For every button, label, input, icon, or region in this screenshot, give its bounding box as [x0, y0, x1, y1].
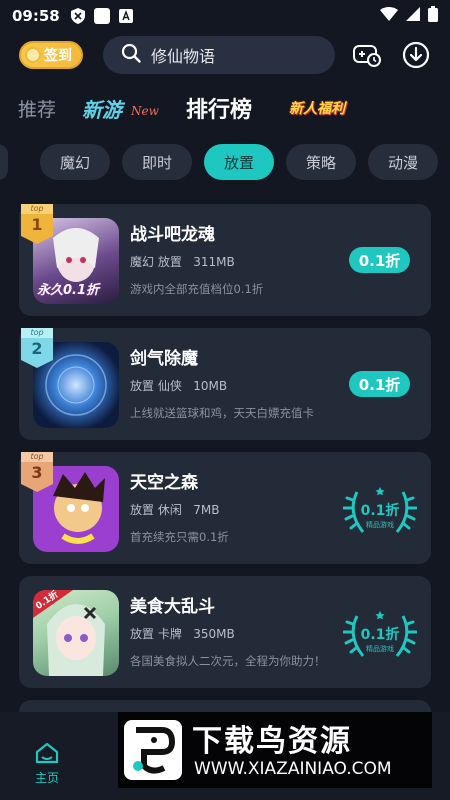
discount-label: 0.1折 — [358, 375, 401, 394]
tab-newbie-welfare[interactable]: 新人福利 — [289, 88, 345, 128]
game-card[interactable]: 0.1折 美食大乱斗 放置 卡牌 350MB 各国美食拟人二次元，全程为你助力！… — [19, 576, 431, 688]
rank-badge-top: top — [30, 328, 44, 337]
battery-icon — [428, 6, 438, 26]
rank-number: 2 — [31, 339, 43, 358]
game-name: 天空之森 — [130, 473, 198, 493]
game-size: 350MB — [193, 627, 235, 641]
genre-chips: 魔幻 即时 放置 策略 动漫 — [0, 144, 450, 180]
watermark-logo — [124, 720, 182, 780]
signal-icon — [406, 7, 420, 25]
tab-new-games-label: 新游 — [82, 97, 122, 122]
search-query: 修仙物语 — [151, 47, 216, 66]
thumbnail-caption: 永久0.1折 — [37, 283, 100, 298]
watermark-title: 下载鸟资源 — [192, 724, 352, 759]
rank-badge: top 3 — [19, 452, 55, 494]
game-genres: 放置 休闲 — [130, 503, 182, 517]
rank-badge: top 2 — [19, 328, 55, 370]
download-icon[interactable] — [401, 40, 431, 70]
game-description: 各国美食拟人二次元，全程为你助力！ — [130, 654, 326, 668]
game-card[interactable]: top 3 天空之森 放置 休闲 7MB 首充续充只需0.1折 0.1折 精品游… — [19, 452, 431, 564]
game-size: 7MB — [193, 503, 220, 517]
game-genres: 魔幻 放置 — [130, 255, 182, 269]
game-card[interactable]: top 2 剑气除魔 放置 仙侠 10MB 上线就送篮球和鸡，天天白嫖充值卡 0… — [19, 328, 431, 440]
game-name: 剑气除魔 — [130, 349, 198, 369]
category-tabs: 推荐 新游 New 排行榜 新人福利 — [0, 88, 450, 128]
tab-recommend[interactable]: 推荐 — [18, 88, 56, 128]
discount-badge[interactable]: 0.1折 — [349, 371, 410, 397]
game-size: 311MB — [193, 255, 235, 269]
discount-badge[interactable]: 0.1折 — [349, 247, 410, 273]
notification-icon — [93, 8, 110, 24]
rank-badge: top 1 — [19, 204, 55, 246]
nav-home-label: 主页 — [34, 771, 59, 785]
game-name: 美食大乱斗 — [130, 597, 215, 617]
rank-number: 1 — [31, 215, 43, 234]
tab-recommend-label: 推荐 — [18, 98, 57, 121]
rank-badge-top: top — [30, 452, 44, 461]
home-icon — [35, 742, 59, 764]
chip-fantasy-label: 魔幻 — [59, 153, 90, 172]
game-description: 游戏内全部充值档位0.1折 — [130, 282, 264, 296]
game-tags: 放置 卡牌 350MB — [130, 625, 235, 642]
tab-new-games[interactable]: 新游 New — [82, 88, 159, 128]
search-bar[interactable]: 修仙物语 — [103, 36, 335, 74]
tab-ranking[interactable]: 排行榜 — [186, 88, 252, 128]
chip-idle-label: 放置 — [223, 153, 254, 172]
tab-ranking-label: 排行榜 — [186, 98, 253, 123]
laurel-sub-label: 精品游戏 — [366, 521, 394, 529]
laurel-discount-label: 0.1折 — [360, 627, 400, 643]
watermark: 下载鸟资源 WWW.XIAZAINIAO.COM — [118, 712, 432, 788]
rank-number: 3 — [31, 463, 43, 482]
chip-anime[interactable]: 动漫 — [368, 144, 438, 180]
laurel-discount-badge[interactable]: 0.1折 精品游戏 — [342, 484, 418, 540]
top-header: 签到 修仙物语 — [0, 36, 450, 76]
game-size: 10MB — [193, 379, 228, 393]
chip-realtime-label: 即时 — [141, 153, 172, 172]
nav-home[interactable]: 主页 — [27, 742, 67, 786]
checkin-label: 签到 — [44, 48, 72, 64]
corner-discount-ribbon: 0.1折 — [33, 590, 73, 618]
discount-label: 0.1折 — [358, 251, 401, 270]
chip-strategy-label: 策略 — [305, 153, 336, 172]
game-history-icon[interactable] — [352, 40, 382, 70]
game-tags: 魔幻 放置 311MB — [130, 253, 235, 270]
wifi-icon — [380, 7, 398, 25]
game-genres: 放置 仙侠 — [130, 379, 182, 393]
chip-anime-label: 动漫 — [387, 153, 418, 172]
tab-newbie-welfare-label: 新人福利 — [289, 101, 345, 117]
laurel-discount-label: 0.1折 — [360, 503, 400, 519]
chip-scrolled[interactable] — [0, 144, 8, 180]
laurel-sub-label: 精品游戏 — [366, 645, 394, 653]
game-tags: 放置 仙侠 10MB — [130, 377, 227, 394]
coin-icon — [25, 47, 41, 63]
shield-icon — [70, 8, 86, 24]
watermark-url: WWW.XIAZAINIAO.COM — [194, 759, 392, 779]
rank-badge-top: top — [30, 204, 44, 213]
search-icon — [121, 43, 141, 67]
game-name: 战斗吧龙魂 — [130, 225, 215, 245]
laurel-discount-badge[interactable]: 0.1折 精品游戏 — [342, 608, 418, 664]
game-description: 首充续充只需0.1折 — [130, 530, 229, 544]
game-tags: 放置 休闲 7MB — [130, 501, 220, 518]
game-card[interactable]: 永久0.1折 top 1 战斗吧龙魂 魔幻 放置 311MB 游戏内全部充值档位… — [19, 204, 431, 316]
tab-new-games-sub: New — [131, 104, 159, 118]
chip-realtime[interactable]: 即时 — [122, 144, 192, 180]
checkin-button[interactable]: 签到 — [19, 41, 83, 69]
font-icon — [118, 8, 134, 24]
game-genres: 放置 卡牌 — [130, 627, 182, 641]
chip-idle[interactable]: 放置 — [204, 144, 274, 180]
status-bar: 09:58 — [0, 0, 450, 32]
chip-fantasy[interactable]: 魔幻 — [40, 144, 110, 180]
chip-strategy[interactable]: 策略 — [286, 144, 356, 180]
game-description: 上线就送篮球和鸡，天天白嫖充值卡 — [130, 406, 314, 420]
status-time: 09:58 — [12, 7, 60, 25]
